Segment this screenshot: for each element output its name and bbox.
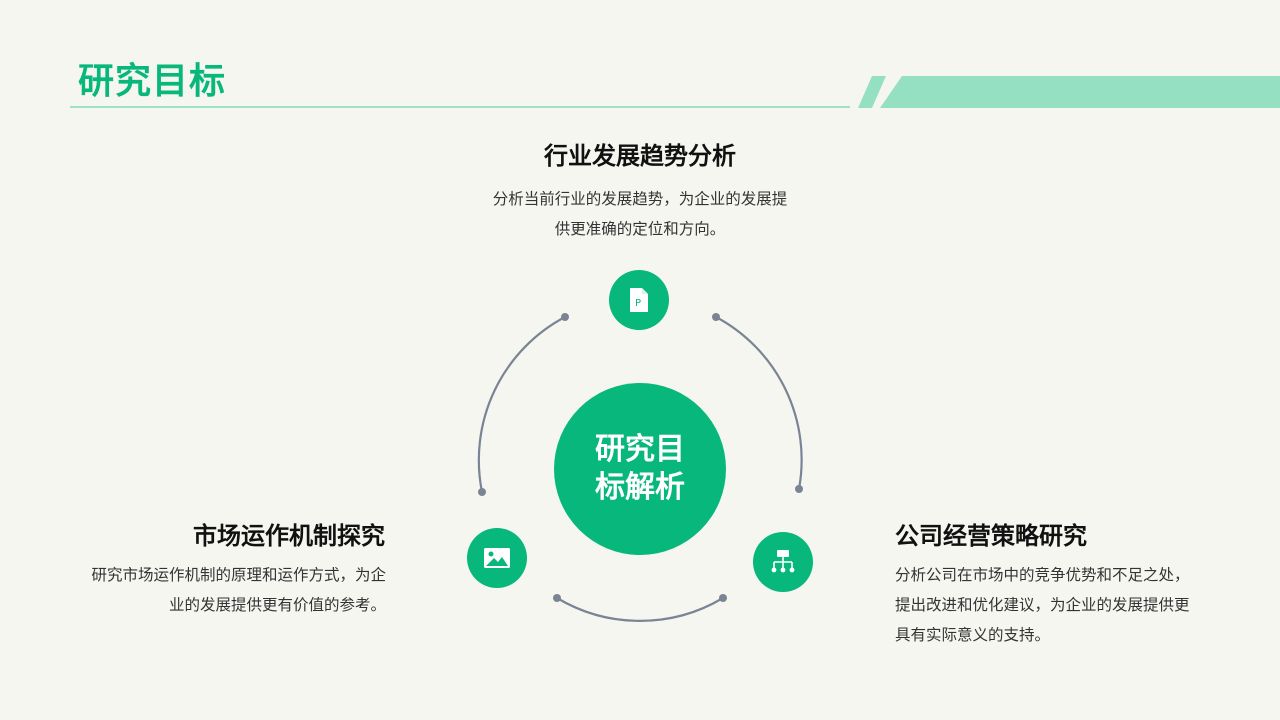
org-chart-icon	[771, 550, 795, 573]
ring-arc-top-right	[714, 315, 803, 491]
node-top: P	[609, 270, 669, 330]
ring-dot	[795, 485, 803, 493]
top-block-text: 分析当前行业的发展趋势，为企业的发展提 供更准确的定位和方向。	[480, 184, 800, 244]
top-block-text-line: 分析当前行业的发展趋势，为企业的发展提	[492, 190, 788, 208]
ring-arc-bottom	[555, 596, 725, 622]
ring-dot	[561, 313, 569, 321]
left-block-text-line: 研究市场运作机制的原理和运作方式，为企	[91, 566, 386, 584]
right-block-text: 分析公司在市场中的竞争优势和不足之处， 提出改进和优化建议，为企业的发展提供更 …	[895, 560, 1205, 650]
ring-arc-top-left	[477, 315, 567, 494]
ring-dot	[553, 594, 561, 602]
node-left	[467, 528, 527, 588]
center-label-line2: 标解析	[595, 470, 685, 505]
svg-text:P: P	[635, 298, 641, 309]
right-block-text-line: 提出改进和优化建议，为企业的发展提供更	[895, 596, 1190, 614]
node-right	[753, 532, 813, 592]
document-p-icon: P	[630, 288, 648, 312]
image-icon	[484, 548, 510, 568]
right-block-text-line: 分析公司在市场中的竞争优势和不足之处，	[895, 566, 1190, 584]
top-block-text-line: 供更准确的定位和方向。	[554, 220, 726, 238]
right-block-text-line: 具有实际意义的支持。	[895, 626, 1051, 644]
ring-dot	[719, 594, 727, 602]
right-block-heading: 公司经营策略研究	[895, 522, 1087, 550]
ring-dot	[712, 313, 720, 321]
center-label-line1: 研究目	[595, 432, 685, 467]
left-block-text-line: 业的发展提供更有价值的参考。	[168, 596, 386, 614]
center-circle: 研究目 标解析	[554, 383, 726, 555]
left-block-text: 研究市场运作机制的原理和运作方式，为企 业的发展提供更有价值的参考。	[78, 560, 386, 620]
center-label: 研究目 标解析	[585, 431, 695, 507]
left-block-heading: 市场运作机制探究	[193, 522, 385, 550]
ring-dot	[478, 488, 486, 496]
top-block-heading: 行业发展趋势分析	[544, 142, 736, 170]
